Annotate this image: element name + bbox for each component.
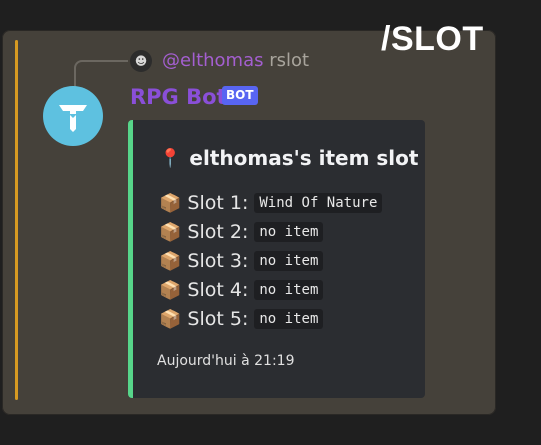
embed-footer-timestamp: Aujourd'hui à 21:19 (157, 353, 295, 369)
pin-icon: 📍 (159, 147, 182, 169)
slot-row: 📦 Slot 5: no item (159, 308, 324, 330)
bot-username[interactable]: RPG Bot (130, 85, 227, 109)
slot-value: no item (254, 280, 324, 300)
slot-label: Slot 4: (187, 279, 249, 301)
slot-row: 📦 Slot 4: no item (159, 279, 324, 301)
slot-label: Slot 3: (187, 250, 249, 272)
slot-row: 📦 Slot 3: no item (159, 250, 324, 272)
box-icon: 📦 (159, 308, 182, 330)
slot-label: Slot 5: (187, 308, 249, 330)
reply-avatar[interactable]: ☻ (130, 50, 152, 72)
slot-value: no item (254, 251, 324, 271)
slot-label: Slot 1: (187, 192, 249, 214)
slot-value: Wind Of Nature (254, 193, 383, 213)
bot-badge: BOT (222, 86, 258, 105)
robot-avatar-icon (59, 105, 87, 132)
reply-username[interactable]: @elthomas (162, 50, 264, 71)
slot-value: no item (254, 309, 324, 329)
reply-command: rslot (269, 50, 310, 71)
bot-avatar[interactable] (43, 86, 103, 146)
box-icon: 📦 (159, 221, 182, 243)
box-icon: 📦 (159, 192, 182, 214)
embed-card: 📍 elthomas's item slot 📦 Slot 1: Wind Of… (128, 120, 425, 398)
embed-title: 📍 elthomas's item slot (159, 146, 418, 170)
reply-preview[interactable]: @elthomas rslot (162, 50, 309, 72)
user-icon: ☻ (134, 54, 148, 68)
slot-label: Slot 2: (187, 221, 249, 243)
embed-title-text: elthomas's item slot (189, 146, 419, 170)
overlay-title: /SLOT (381, 20, 484, 58)
slot-value: no item (254, 222, 324, 242)
box-icon: 📦 (159, 279, 182, 301)
slot-row: 📦 Slot 2: no item (159, 221, 324, 243)
slot-row: 📦 Slot 1: Wind Of Nature (159, 192, 383, 214)
reply-connector (74, 60, 128, 88)
highlight-bar (15, 40, 18, 400)
box-icon: 📦 (159, 250, 182, 272)
